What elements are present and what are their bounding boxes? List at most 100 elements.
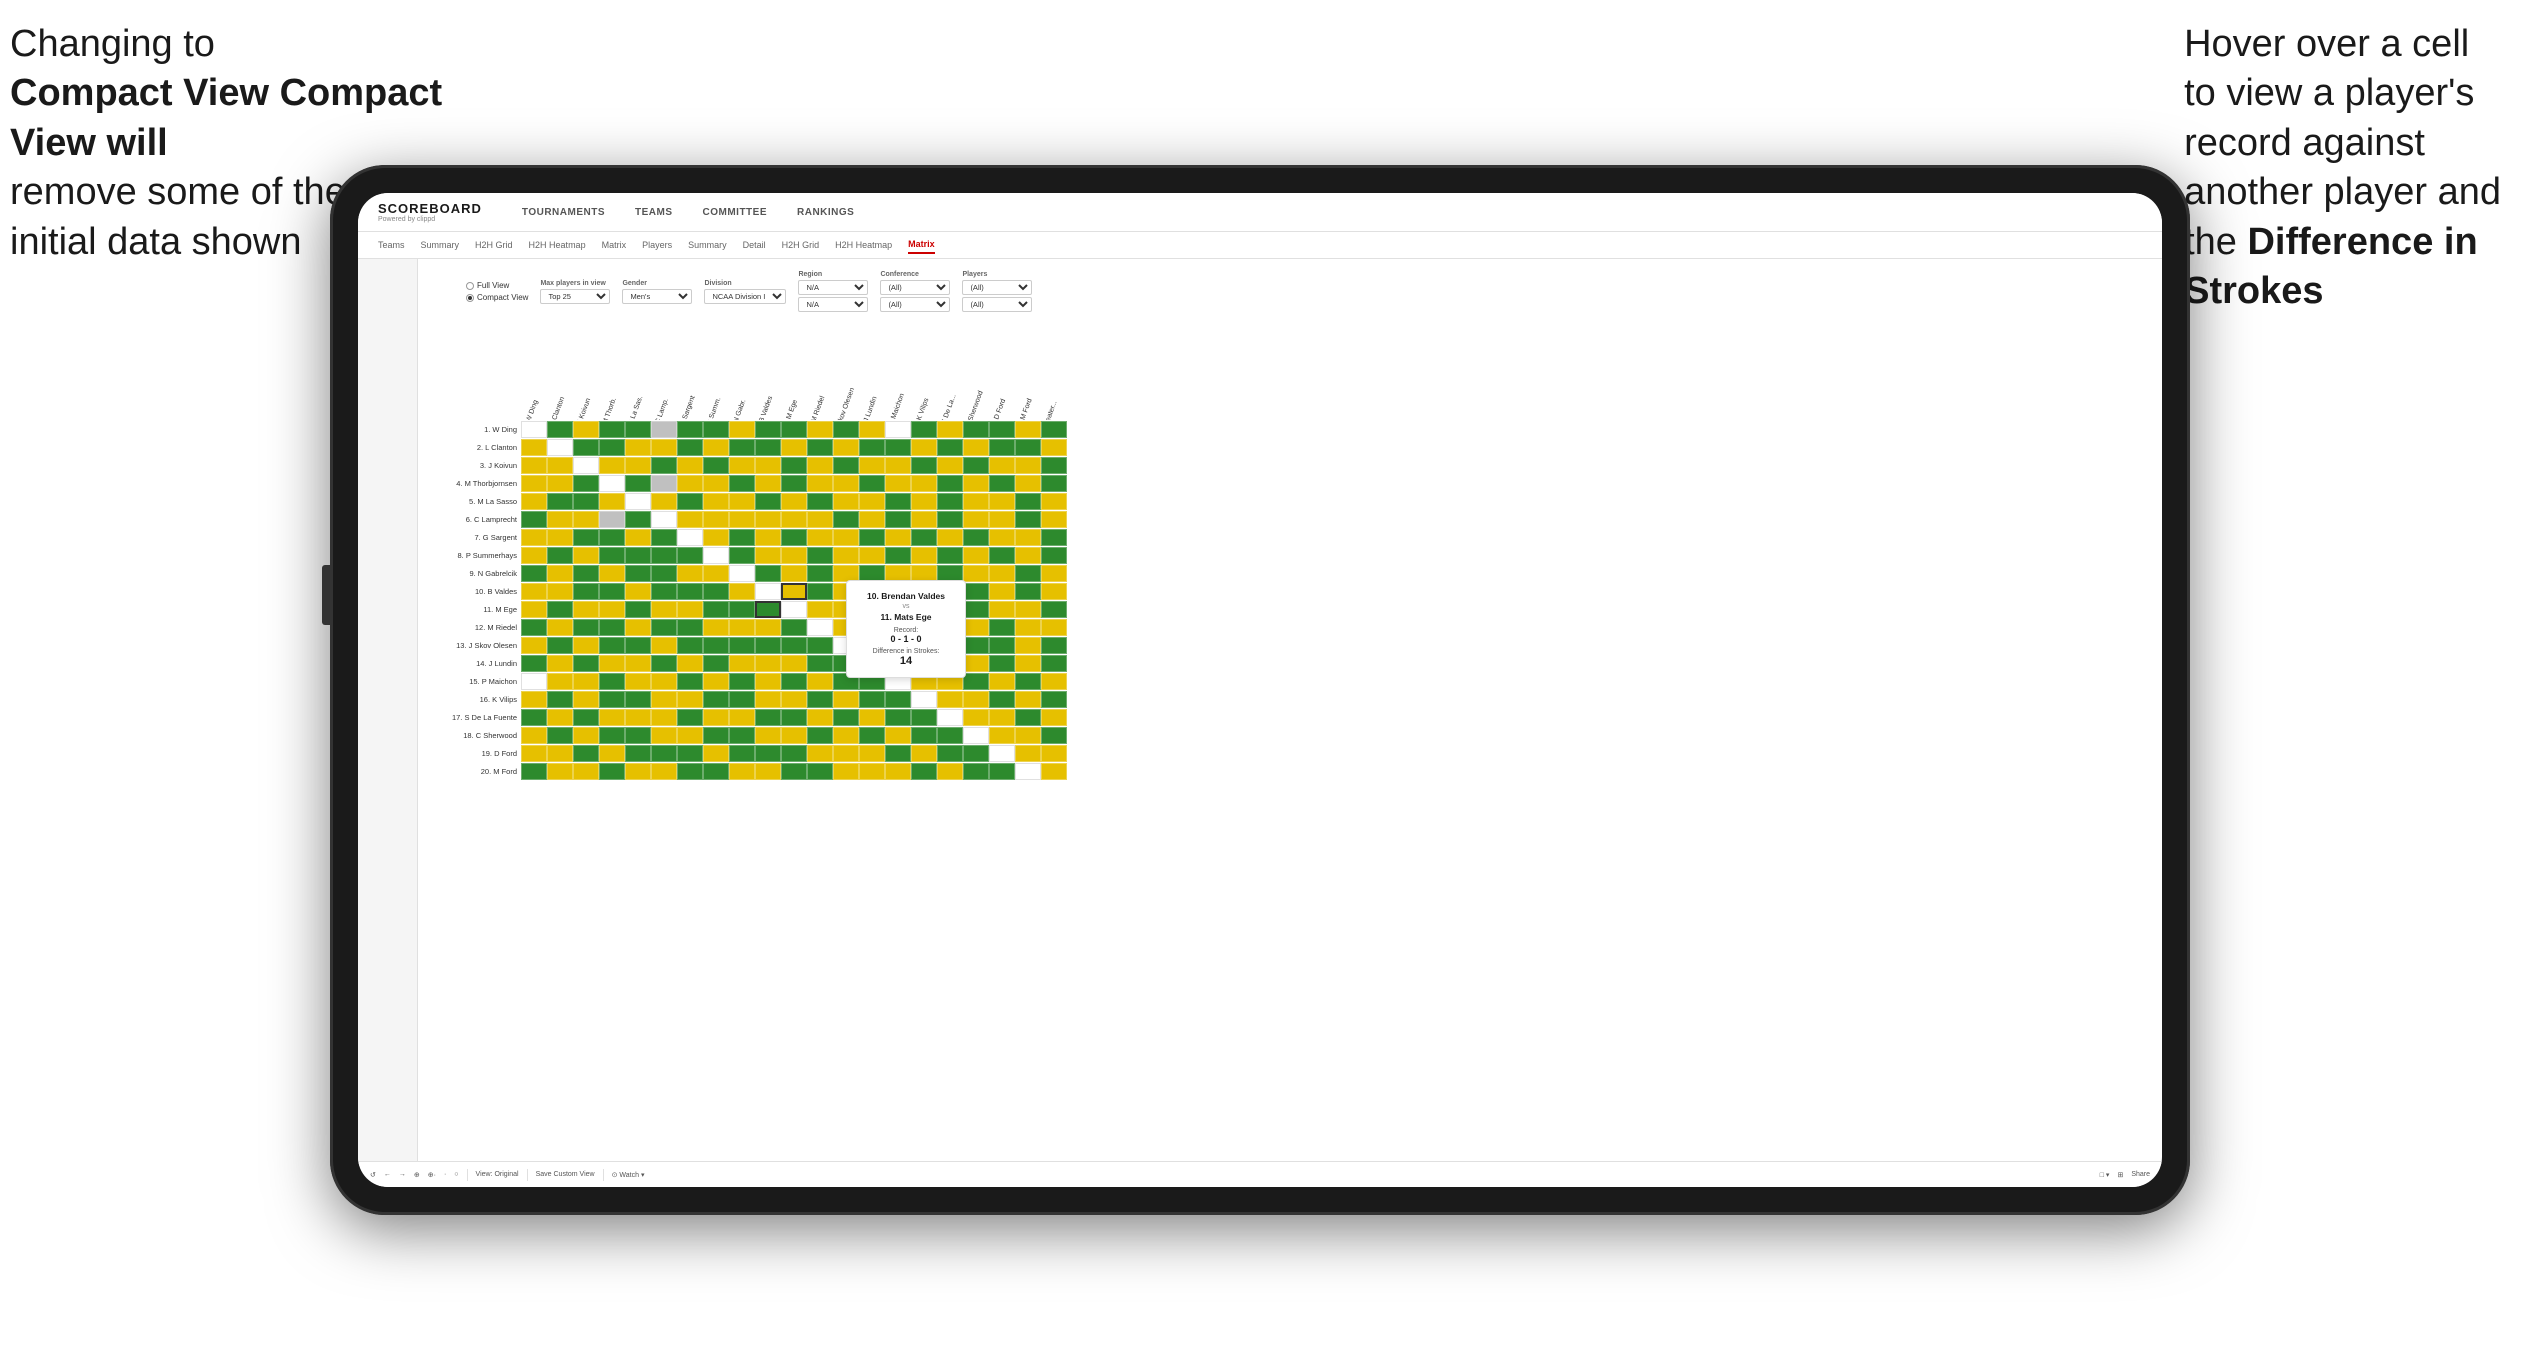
matrix-cell[interactable]	[677, 475, 703, 492]
matrix-cell[interactable]	[729, 583, 755, 600]
matrix-cell[interactable]	[729, 529, 755, 546]
matrix-cell[interactable]	[963, 475, 989, 492]
matrix-cell[interactable]	[521, 547, 547, 564]
matrix-cell[interactable]	[625, 745, 651, 762]
matrix-cell[interactable]	[1015, 673, 1041, 690]
matrix-cell[interactable]	[859, 547, 885, 564]
matrix-cell[interactable]	[677, 583, 703, 600]
matrix-cell[interactable]	[729, 745, 755, 762]
matrix-cell[interactable]	[521, 709, 547, 726]
matrix-cell[interactable]	[937, 745, 963, 762]
matrix-cell[interactable]	[989, 529, 1015, 546]
matrix-cell[interactable]	[599, 583, 625, 600]
matrix-cell[interactable]	[651, 439, 677, 456]
matrix-cell[interactable]	[781, 709, 807, 726]
matrix-cell[interactable]	[1041, 619, 1067, 636]
matrix-cell[interactable]	[677, 745, 703, 762]
matrix-cell[interactable]	[729, 565, 755, 582]
matrix-cell[interactable]	[625, 493, 651, 510]
matrix-cell[interactable]	[729, 475, 755, 492]
matrix-cell[interactable]	[755, 691, 781, 708]
matrix-cell[interactable]	[989, 673, 1015, 690]
matrix-cell[interactable]	[807, 619, 833, 636]
matrix-cell[interactable]	[963, 511, 989, 528]
matrix-cell[interactable]	[1041, 529, 1067, 546]
matrix-cell[interactable]	[703, 547, 729, 564]
matrix-cell[interactable]	[1015, 601, 1041, 618]
matrix-cell[interactable]	[781, 565, 807, 582]
matrix-cell[interactable]	[755, 493, 781, 510]
matrix-cell[interactable]	[833, 439, 859, 456]
matrix-cell[interactable]	[573, 457, 599, 474]
matrix-cell[interactable]	[911, 457, 937, 474]
matrix-cell[interactable]	[755, 583, 781, 600]
matrix-cell[interactable]	[547, 583, 573, 600]
matrix-cell[interactable]	[1041, 493, 1067, 510]
matrix-cell[interactable]	[989, 547, 1015, 564]
matrix-cell[interactable]	[599, 763, 625, 780]
gender-select[interactable]: Men's	[622, 289, 692, 304]
matrix-cell[interactable]	[937, 547, 963, 564]
matrix-cell[interactable]	[729, 421, 755, 438]
matrix-cell[interactable]	[547, 601, 573, 618]
matrix-cell[interactable]	[859, 421, 885, 438]
watch-button[interactable]: ⊙ Watch ▾	[612, 1171, 645, 1179]
matrix-cell[interactable]	[703, 583, 729, 600]
matrix-cell[interactable]	[755, 475, 781, 492]
players-select2[interactable]: (All)	[962, 297, 1032, 312]
matrix-cell[interactable]	[807, 655, 833, 672]
matrix-cell[interactable]	[1041, 457, 1067, 474]
matrix-cell[interactable]	[1015, 529, 1041, 546]
matrix-cell[interactable]	[859, 727, 885, 744]
matrix-cell[interactable]	[547, 457, 573, 474]
matrix-cell[interactable]	[963, 763, 989, 780]
matrix-cell[interactable]	[1015, 727, 1041, 744]
matrix-cell[interactable]	[729, 511, 755, 528]
matrix-cell[interactable]	[573, 691, 599, 708]
matrix-cell[interactable]	[729, 655, 755, 672]
matrix-cell[interactable]	[781, 655, 807, 672]
nav-tournaments[interactable]: TOURNAMENTS	[522, 203, 605, 222]
matrix-cell[interactable]	[703, 475, 729, 492]
zoom-button3[interactable]: ·	[444, 1171, 446, 1178]
matrix-cell[interactable]	[807, 475, 833, 492]
matrix-cell[interactable]	[573, 529, 599, 546]
matrix-cell[interactable]	[547, 565, 573, 582]
matrix-cell[interactable]	[781, 547, 807, 564]
matrix-cell[interactable]	[703, 727, 729, 744]
matrix-cell[interactable]	[1041, 547, 1067, 564]
matrix-cell[interactable]	[547, 691, 573, 708]
grid-button[interactable]: ⊞	[2117, 1171, 2123, 1179]
matrix-cell[interactable]	[1015, 421, 1041, 438]
matrix-cell[interactable]	[989, 619, 1015, 636]
matrix-cell[interactable]	[729, 709, 755, 726]
matrix-cell[interactable]	[833, 421, 859, 438]
matrix-cell[interactable]	[573, 493, 599, 510]
matrix-cell[interactable]	[807, 673, 833, 690]
matrix-cell[interactable]	[547, 763, 573, 780]
matrix-cell[interactable]	[989, 727, 1015, 744]
tab-h2h-heatmap2[interactable]: H2H Heatmap	[835, 237, 892, 253]
matrix-cell[interactable]	[703, 511, 729, 528]
matrix-cell[interactable]	[989, 493, 1015, 510]
matrix-cell[interactable]	[859, 565, 885, 582]
matrix-cell[interactable]	[573, 475, 599, 492]
matrix-cell[interactable]	[989, 763, 1015, 780]
matrix-cell[interactable]	[1041, 727, 1067, 744]
conference-select1[interactable]: (All)	[880, 280, 950, 295]
matrix-cell[interactable]	[963, 691, 989, 708]
matrix-cell[interactable]	[651, 709, 677, 726]
matrix-cell[interactable]	[677, 421, 703, 438]
matrix-cell[interactable]	[937, 565, 963, 582]
nav-teams[interactable]: TEAMS	[635, 203, 673, 222]
matrix-cell[interactable]	[963, 601, 989, 618]
matrix-cell[interactable]	[547, 511, 573, 528]
matrix-cell[interactable]	[547, 547, 573, 564]
matrix-cell[interactable]	[521, 601, 547, 618]
matrix-cell[interactable]	[703, 529, 729, 546]
matrix-cell[interactable]	[521, 511, 547, 528]
matrix-cell[interactable]	[963, 655, 989, 672]
matrix-cell[interactable]	[521, 439, 547, 456]
matrix-cell[interactable]	[1041, 511, 1067, 528]
matrix-cell[interactable]	[651, 421, 677, 438]
